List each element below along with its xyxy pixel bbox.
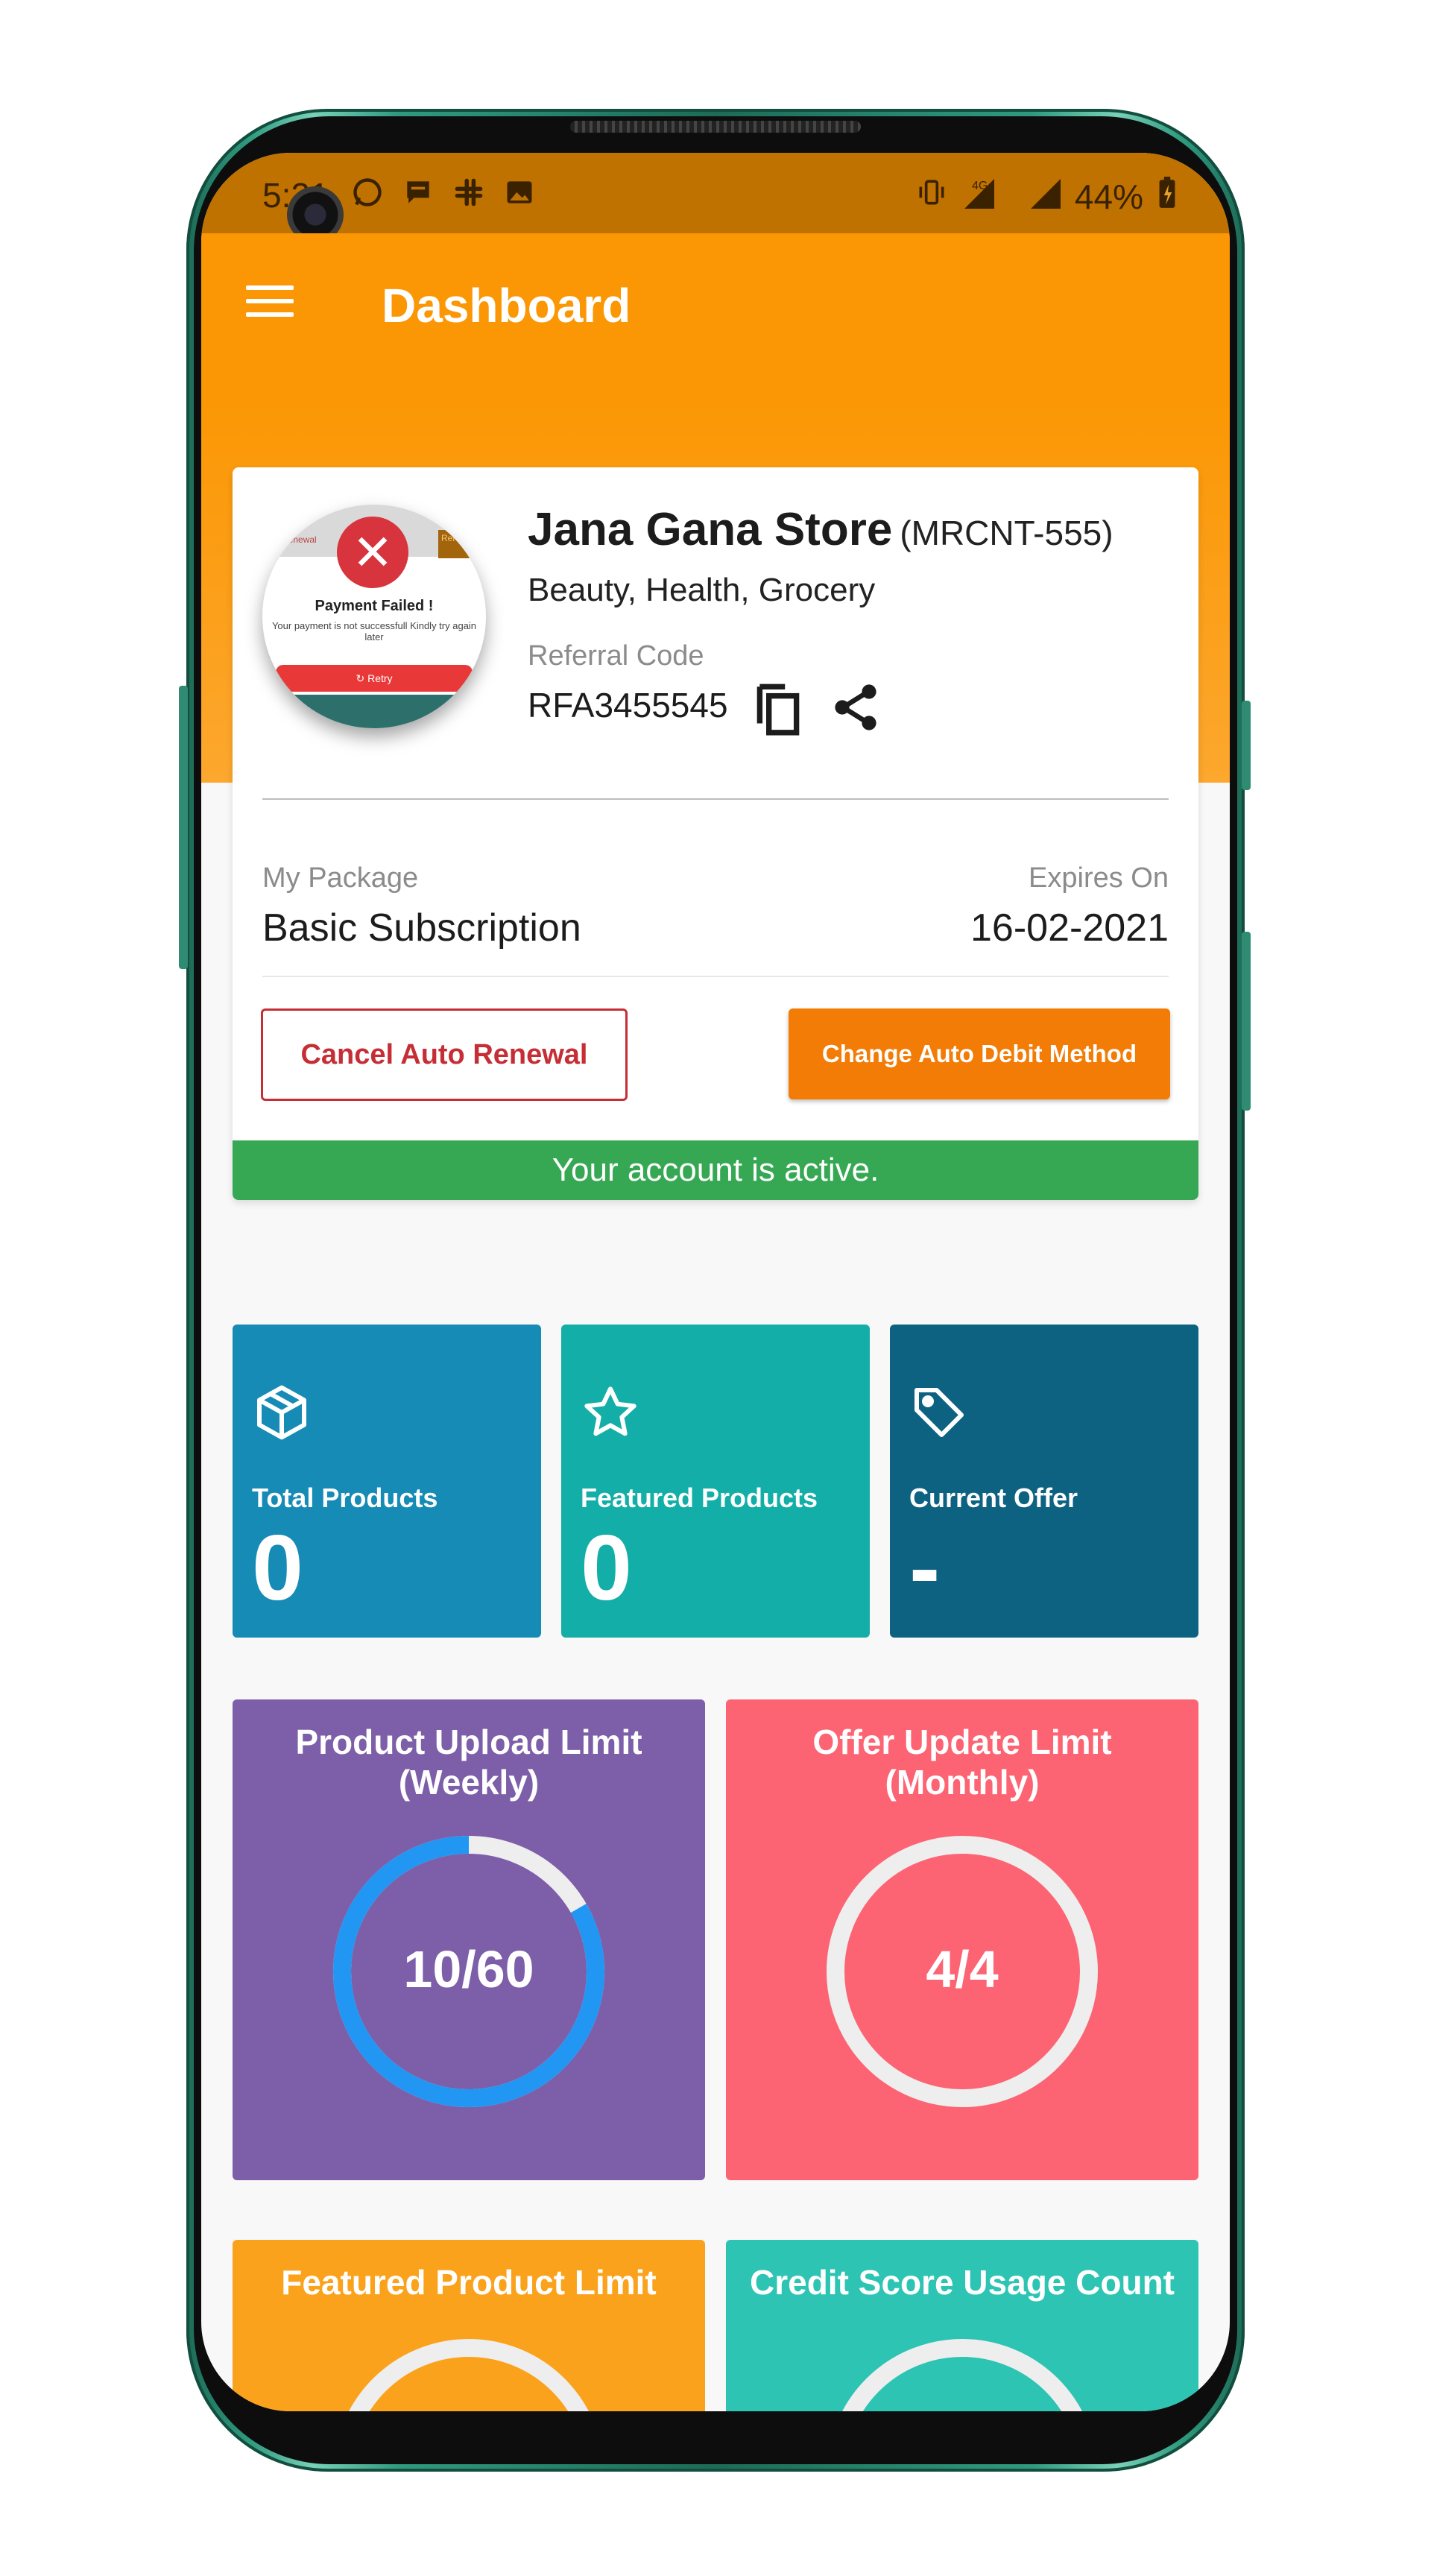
avatar-popup-left-text: uto Renewal (267, 534, 317, 545)
vibrate-icon (915, 176, 948, 217)
progress-ring (349, 2339, 589, 2411)
avatar-popup-right-text: Rene (438, 530, 486, 558)
card-product-upload-limit[interactable]: Product Upload Limit (Weekly) 10/60 (233, 1699, 705, 2180)
store-name: Jana Gana Store (528, 504, 893, 555)
card-credit-score-usage[interactable]: Credit Score Usage Count (726, 2240, 1198, 2411)
tile-label: Total Products (252, 1483, 438, 1513)
image-icon (502, 175, 537, 209)
limit-value: 10/60 (403, 1940, 534, 1998)
status-right: 4G 44% (915, 175, 1178, 218)
whatsapp-icon (350, 175, 385, 209)
tile-total-products[interactable]: Total Products 0 (233, 1325, 541, 1638)
limit-title-line2: (Weekly) (398, 1763, 540, 1802)
copy-icon[interactable] (750, 678, 806, 737)
limit-title: Product Upload Limit (Weekly) (233, 1722, 705, 1802)
tile-value: 0 (252, 1517, 303, 1620)
tile-featured-products[interactable]: Featured Products 0 (561, 1325, 870, 1638)
package-value: Basic Subscription (262, 906, 581, 950)
status-bar: 5:21 4G 44% (201, 153, 1230, 243)
cancel-auto-renewal-button[interactable]: Cancel Auto Renewal (261, 1008, 628, 1101)
tile-current-offer[interactable]: Current Offer - (890, 1325, 1198, 1638)
network-icon: 4G (961, 176, 1014, 217)
notification-icons (350, 175, 537, 209)
limit-title-line1: Featured Product Limit (281, 2263, 657, 2302)
referral-label: Referral Code (528, 640, 704, 672)
store-code: (MRCNT-555) (900, 514, 1113, 552)
referral-code: RFA3455545 (528, 686, 728, 724)
retry-label: Retry (367, 672, 393, 684)
avatar-popup-footer (262, 695, 486, 728)
page-title: Dashboard (382, 279, 631, 332)
refresh-icon: ↻ (356, 672, 368, 684)
store-avatar[interactable]: uto Renewal Rene ✕ Payment Failed ! Your… (262, 505, 486, 728)
power-button (1242, 701, 1251, 790)
star-icon (581, 1383, 640, 1442)
avatar-popup-message: Your payment is not successfull Kindly t… (271, 620, 477, 643)
tile-label: Current Offer (909, 1483, 1078, 1513)
tile-value: 0 (581, 1517, 632, 1620)
tile-value: - (909, 1517, 941, 1620)
menu-icon[interactable] (246, 285, 294, 323)
limit-title: Offer Update Limit (Monthly) (726, 1722, 1198, 1802)
profile-card: uto Renewal Rene ✕ Payment Failed ! Your… (233, 467, 1198, 1200)
battery-icon (1157, 175, 1178, 218)
side-button (1242, 932, 1251, 1111)
package-label: My Package (262, 862, 419, 894)
progress-ring (842, 2339, 1082, 2411)
store-name-line: Jana Gana Store (MRCNT-555) (528, 503, 1113, 556)
card-featured-product-limit[interactable]: Featured Product Limit (233, 2240, 705, 2411)
limit-title-line1: Product Upload Limit (295, 1723, 642, 1761)
limit-title-line1: Offer Update Limit (812, 1723, 1112, 1761)
volume-button (179, 686, 188, 969)
divider (262, 976, 1169, 977)
divider (262, 798, 1169, 800)
earpiece-speaker (570, 121, 861, 133)
signal-icon (1027, 176, 1061, 217)
limit-title-line1: Credit Score Usage Count (750, 2263, 1175, 2302)
avatar-popup-title: Payment Failed ! (315, 598, 434, 614)
share-icon[interactable] (829, 679, 882, 736)
battery-percent: 44% (1074, 177, 1143, 216)
svg-text:4G: 4G (972, 180, 988, 192)
app-screen: 5:21 4G 44% (201, 153, 1230, 2411)
error-close-icon: ✕ (337, 517, 408, 588)
limit-title-line2: (Monthly) (885, 1763, 1040, 1802)
limit-title: Credit Score Usage Count (726, 2262, 1198, 2302)
slack-icon (452, 175, 486, 209)
tile-label: Featured Products (581, 1483, 818, 1513)
avatar-retry-button: ↻ Retry (276, 665, 473, 692)
limit-title: Featured Product Limit (233, 2262, 705, 2302)
change-auto-debit-button[interactable]: Change Auto Debit Method (789, 1008, 1170, 1099)
message-icon (401, 175, 435, 209)
account-status-banner: Your account is active. (233, 1140, 1198, 1200)
card-offer-update-limit[interactable]: Offer Update Limit (Monthly) 4/4 (726, 1699, 1198, 2180)
limit-value: 4/4 (926, 1940, 999, 1998)
tag-icon (909, 1383, 969, 1442)
expires-label: Expires On (1029, 862, 1169, 894)
store-categories: Beauty, Health, Grocery (528, 572, 876, 608)
app-bar: Dashboard (201, 233, 1230, 399)
expires-value: 16-02-2021 (970, 906, 1169, 950)
box-icon (252, 1383, 312, 1442)
